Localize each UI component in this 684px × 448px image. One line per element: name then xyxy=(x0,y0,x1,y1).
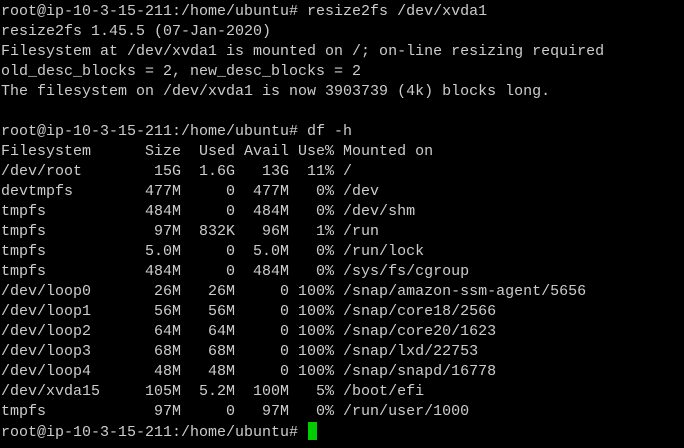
terminal-window[interactable]: root@ip-10-3-15-211:/home/ubuntu# resize… xyxy=(0,0,684,448)
terminal-line: tmpfs 484M 0 484M 0% /dev/shm xyxy=(1,203,416,220)
terminal-line: tmpfs 97M 832K 96M 1% /run xyxy=(1,223,380,240)
terminal-line: /dev/loop0 26M 26M 0 100% /snap/amazon-s… xyxy=(1,283,587,300)
terminal-line: tmpfs 97M 0 97M 0% /run/user/1000 xyxy=(1,403,470,420)
shell-prompt: root@ip-10-3-15-211:/home/ubuntu# xyxy=(1,424,308,441)
terminal-line: tmpfs 484M 0 484M 0% /sys/fs/cgroup xyxy=(1,263,470,280)
terminal-line: tmpfs 5.0M 0 5.0M 0% /run/lock xyxy=(1,243,425,260)
terminal-line: root@ip-10-3-15-211:/home/ubuntu# df -h xyxy=(1,123,353,140)
terminal-line: /dev/loop2 64M 64M 0 100% /snap/core20/1… xyxy=(1,323,497,340)
terminal-line: Filesystem at /dev/xvda1 is mounted on /… xyxy=(1,43,605,60)
terminal-line: /dev/xvda15 105M 5.2M 100M 5% /boot/efi xyxy=(1,383,425,400)
terminal-line: /dev/loop4 48M 48M 0 100% /snap/snapd/16… xyxy=(1,363,497,380)
terminal-line: Filesystem Size Used Avail Use% Mounted … xyxy=(1,143,434,160)
terminal-line: /dev/loop1 56M 56M 0 100% /snap/core18/2… xyxy=(1,303,497,320)
terminal-line: /dev/root 15G 1.6G 13G 11% / xyxy=(1,163,353,180)
terminal-line: old_desc_blocks = 2, new_desc_blocks = 2 xyxy=(1,63,362,80)
text-cursor xyxy=(308,422,318,440)
terminal-line: devtmpfs 477M 0 477M 0% /dev xyxy=(1,183,380,200)
terminal-line: root@ip-10-3-15-211:/home/ubuntu# resize… xyxy=(1,3,488,20)
terminal-line: resize2fs 1.45.5 (07-Jan-2020) xyxy=(1,23,272,40)
terminal-line: /dev/loop3 68M 68M 0 100% /snap/lxd/2275… xyxy=(1,343,479,360)
prompt-line[interactable]: root@ip-10-3-15-211:/home/ubuntu# xyxy=(0,422,684,442)
terminal-line: The filesystem on /dev/xvda1 is now 3903… xyxy=(1,83,551,100)
